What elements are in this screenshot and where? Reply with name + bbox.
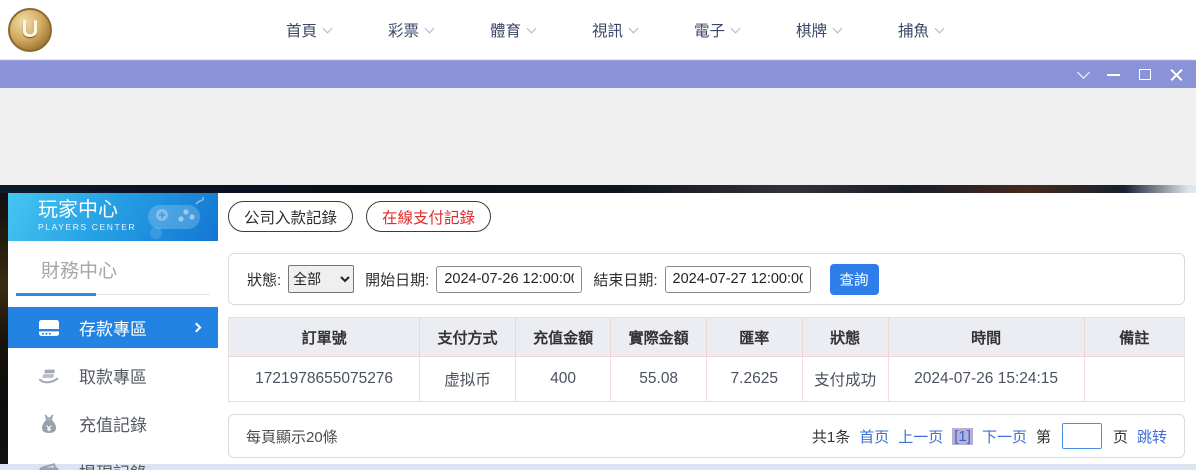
sidebar-menu: 存款專區 取款專區 充值記錄 bbox=[8, 296, 218, 470]
main-area: 玩家中心 PLAYERS CENTER 財務中心 bbox=[0, 193, 1196, 464]
th-actual-amount: 實際金額 bbox=[611, 318, 707, 357]
pagination: 共1条 首页 上一页 [1] 下一页 第 页 跳转 bbox=[812, 423, 1167, 449]
nav-item-label: 電子 bbox=[694, 19, 725, 41]
prev-page-link[interactable]: 上一页 bbox=[898, 426, 943, 447]
start-date-label: 開始日期: bbox=[365, 269, 429, 290]
chevron-down-icon bbox=[323, 23, 333, 33]
close-icon[interactable] bbox=[1170, 68, 1184, 82]
nav-item-fishing[interactable]: 捕魚 bbox=[898, 19, 943, 41]
chevron-down-icon bbox=[629, 23, 639, 33]
nav-item-label: 彩票 bbox=[388, 19, 419, 41]
chevron-down-icon bbox=[425, 23, 435, 33]
first-page-link[interactable]: 首页 bbox=[859, 426, 889, 447]
th-exchange-rate: 匯率 bbox=[706, 318, 802, 357]
cell-actual-amount: 55.08 bbox=[611, 357, 707, 402]
table-header-row: 訂單號 支付方式 充值金額 實際金額 匯率 狀態 時間 備註 bbox=[229, 318, 1185, 357]
nav-item-lottery[interactable]: 彩票 bbox=[388, 19, 433, 41]
content-panel: 公司入款記錄 在線支付記錄 狀態: 全部 開始日期: 結束日期: 查詢 訂單號 bbox=[228, 193, 1185, 464]
nav-item-card-games[interactable]: 棋牌 bbox=[796, 19, 841, 41]
th-recharge-amount: 充值金額 bbox=[515, 318, 611, 357]
start-date-input[interactable] bbox=[436, 266, 582, 293]
jump-label-suffix: 页 bbox=[1113, 426, 1128, 447]
th-order-no: 訂單號 bbox=[229, 318, 420, 357]
table-row: 1721978655075276 虚拟币 400 55.08 7.2625 支付… bbox=[229, 357, 1185, 402]
cell-pay-method: 虚拟币 bbox=[420, 357, 516, 402]
nav-item-slots[interactable]: 電子 bbox=[694, 19, 739, 41]
cell-time: 2024-07-26 15:24:15 bbox=[888, 357, 1084, 402]
brand-logo[interactable]: U USDT CASINO bbox=[0, 8, 224, 52]
status-select[interactable]: 全部 bbox=[288, 265, 354, 293]
sidebar-item-withdrawal-record[interactable]: 提現記錄 bbox=[8, 451, 218, 470]
record-tabs: 公司入款記錄 在線支付記錄 bbox=[228, 201, 1185, 232]
withdraw-hand-icon bbox=[38, 365, 60, 387]
money-bag-icon bbox=[38, 413, 60, 435]
players-center-header: 玩家中心 PLAYERS CENTER bbox=[8, 193, 218, 241]
sidebar-item-deposit-zone[interactable]: 存款專區 bbox=[8, 307, 218, 348]
gamepad-icon bbox=[134, 195, 212, 239]
chevron-down-icon bbox=[935, 23, 945, 33]
search-button[interactable]: 查詢 bbox=[830, 264, 879, 295]
th-time: 時間 bbox=[888, 318, 1084, 357]
cell-order-no: 1721978655075276 bbox=[229, 357, 420, 402]
table-footer: 每頁顯示20條 共1条 首页 上一页 [1] 下一页 第 页 跳转 bbox=[228, 414, 1185, 458]
th-pay-method: 支付方式 bbox=[420, 318, 516, 357]
sidebar-item-label: 提現記錄 bbox=[79, 459, 147, 470]
nav-item-label: 棋牌 bbox=[796, 19, 827, 41]
cell-recharge-amount: 400 bbox=[515, 357, 611, 402]
tab-online-payment-record[interactable]: 在線支付記錄 bbox=[366, 201, 491, 232]
sidebar-item-label: 取款專區 bbox=[79, 363, 147, 388]
end-date-input[interactable] bbox=[665, 266, 811, 293]
th-remark: 備註 bbox=[1084, 318, 1184, 357]
sidebar-item-recharge-record[interactable]: 充值記錄 bbox=[8, 403, 218, 444]
nav-item-label: 視訊 bbox=[592, 19, 623, 41]
filter-bar: 狀態: 全部 開始日期: 結束日期: 查詢 bbox=[228, 253, 1185, 305]
minimize-icon[interactable] bbox=[1107, 74, 1120, 76]
top-header: U USDT CASINO 首頁 彩票 體育 視訊 電子 棋牌 捕魚 bbox=[0, 0, 1196, 60]
cell-exchange-rate: 7.2625 bbox=[706, 357, 802, 402]
nav-item-label: 捕魚 bbox=[898, 19, 929, 41]
cell-status: 支付成功 bbox=[802, 357, 888, 402]
background-edge bbox=[0, 193, 8, 464]
page-size-text: 每頁顯示20條 bbox=[246, 426, 338, 447]
main-nav: 首頁 彩票 體育 視訊 電子 棋牌 捕魚 bbox=[286, 19, 943, 41]
payment-records-table: 訂單號 支付方式 充值金額 實際金額 匯率 狀態 時間 備註 172197865… bbox=[228, 317, 1185, 402]
chevron-right-icon bbox=[192, 323, 202, 333]
nav-item-label: 體育 bbox=[490, 19, 521, 41]
page-number-input[interactable] bbox=[1062, 423, 1102, 449]
empty-spacer bbox=[0, 88, 1196, 185]
brand-coin-letter: U bbox=[21, 16, 38, 44]
deposit-card-icon bbox=[38, 317, 60, 339]
brand-name: USDT CASINO bbox=[60, 16, 224, 43]
wallet-icon bbox=[38, 461, 60, 470]
nav-item-live-video[interactable]: 視訊 bbox=[592, 19, 637, 41]
next-page-link[interactable]: 下一页 bbox=[982, 426, 1027, 447]
sidebar-item-label: 存款專區 bbox=[79, 315, 147, 340]
collapse-chevron-icon[interactable] bbox=[1077, 66, 1090, 79]
nav-item-label: 首頁 bbox=[286, 19, 317, 41]
chevron-down-icon bbox=[833, 23, 843, 33]
tab-company-deposit-record[interactable]: 公司入款記錄 bbox=[228, 201, 353, 232]
brand-coin-icon: U bbox=[8, 8, 52, 52]
window-title-bar bbox=[0, 60, 1196, 88]
current-page[interactable]: [1] bbox=[952, 428, 973, 445]
section-divider bbox=[16, 293, 210, 296]
finance-center-heading: 財務中心 bbox=[8, 241, 218, 293]
cell-remark bbox=[1084, 357, 1184, 402]
sidebar: 玩家中心 PLAYERS CENTER 財務中心 bbox=[8, 193, 218, 464]
chevron-down-icon bbox=[527, 23, 537, 33]
nav-item-home[interactable]: 首頁 bbox=[286, 19, 331, 41]
maximize-icon[interactable] bbox=[1139, 69, 1151, 80]
total-count: 共1条 bbox=[812, 426, 850, 447]
sidebar-item-label: 充值記錄 bbox=[79, 411, 147, 436]
nav-item-sports[interactable]: 體育 bbox=[490, 19, 535, 41]
status-label: 狀態: bbox=[247, 269, 281, 290]
th-status: 狀態 bbox=[802, 318, 888, 357]
sidebar-item-withdraw-zone[interactable]: 取款專區 bbox=[8, 355, 218, 396]
jump-button[interactable]: 跳转 bbox=[1137, 426, 1167, 447]
end-date-label: 結束日期: bbox=[593, 269, 657, 290]
chevron-down-icon bbox=[731, 23, 741, 33]
background-band bbox=[0, 185, 1196, 193]
jump-label-prefix: 第 bbox=[1036, 426, 1051, 447]
screen: U USDT CASINO 首頁 彩票 體育 視訊 電子 棋牌 捕魚 玩家中心 … bbox=[0, 0, 1196, 470]
